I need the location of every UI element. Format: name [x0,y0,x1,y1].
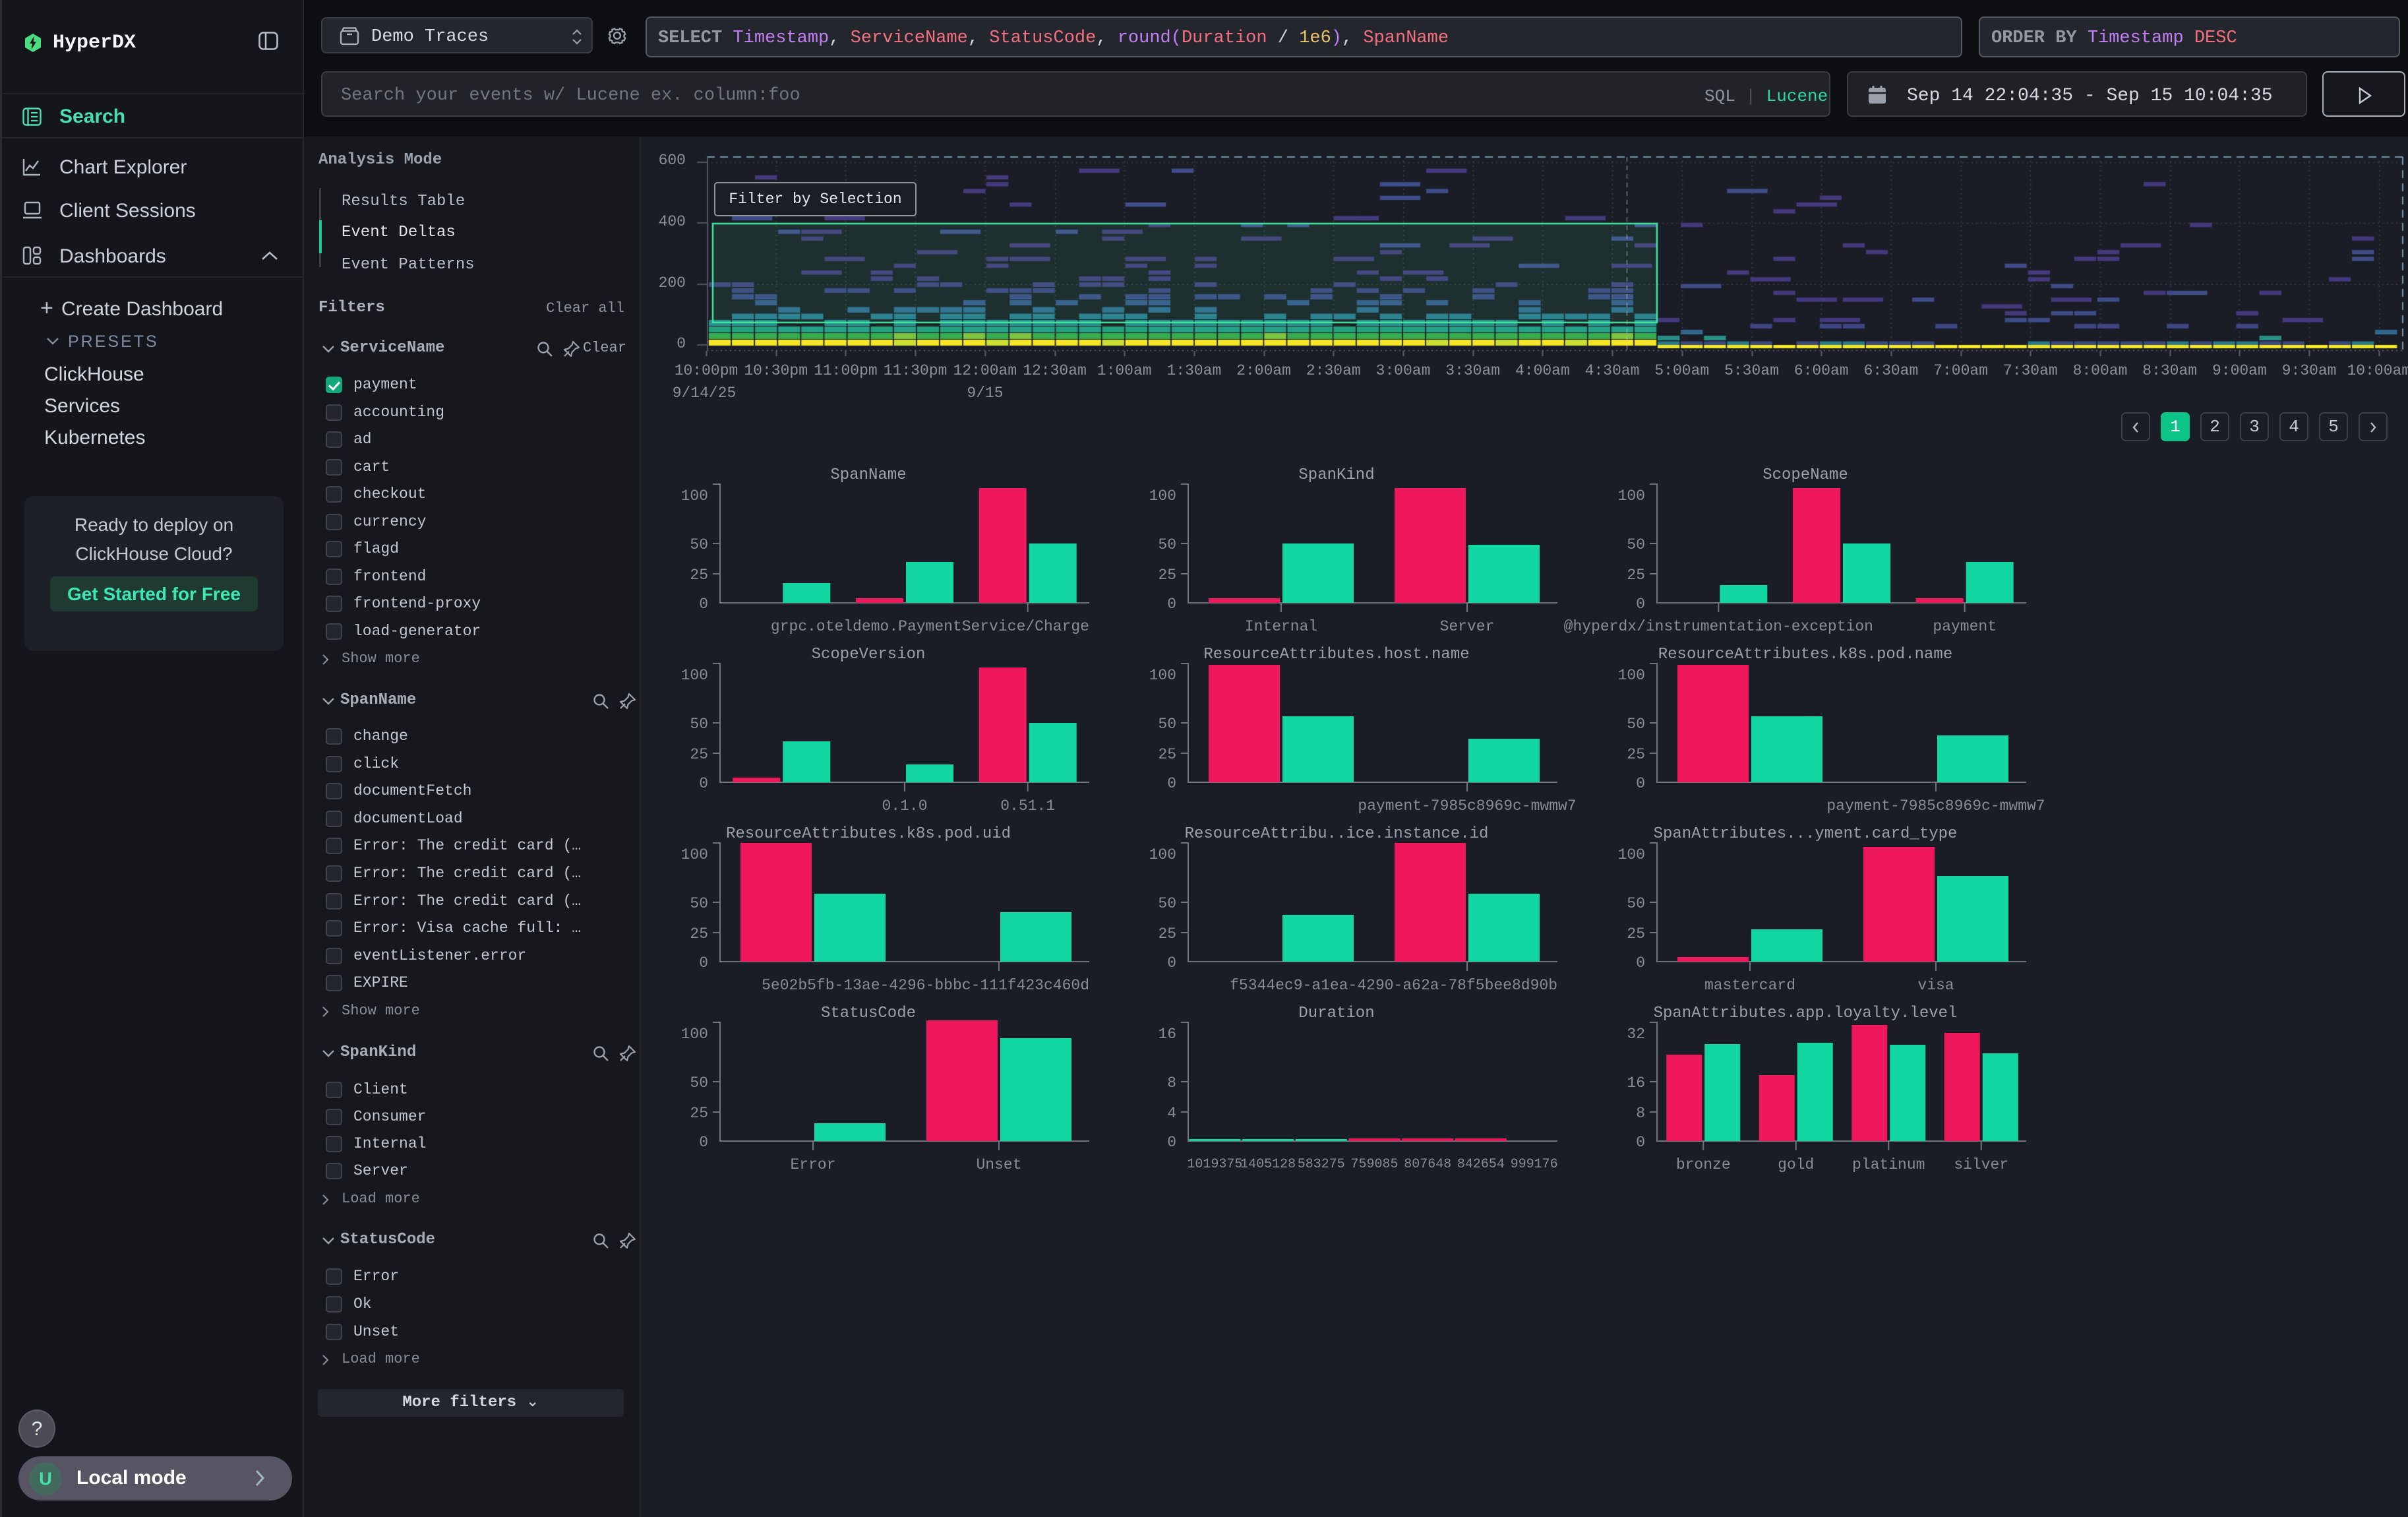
svg-text:ResourceAttributes.k8s.pod.uid: ResourceAttributes.k8s.pod.uid [726,825,1011,843]
svg-text:0: 0 [1167,775,1176,792]
svg-text:0: 0 [1167,954,1176,972]
svg-text:100: 100 [681,1026,708,1043]
svg-text:842654: 842654 [1457,1157,1505,1172]
svg-text:ScopeVersion: ScopeVersion [812,646,926,664]
svg-text:payment: payment [1933,618,1997,635]
svg-text:32: 32 [1627,1026,1645,1043]
svg-text:100: 100 [1149,487,1176,505]
svg-text:100: 100 [1149,846,1176,863]
svg-text:SpanName: SpanName [830,466,906,484]
svg-text:Server: Server [1440,618,1495,635]
svg-text:100: 100 [681,846,708,863]
svg-text:50: 50 [1158,536,1176,553]
svg-text:1405128: 1405128 [1240,1157,1296,1172]
svg-text:25: 25 [690,1105,708,1122]
svg-text:25: 25 [1158,925,1176,943]
svg-text:Unset: Unset [976,1156,1021,1173]
svg-text:50: 50 [1158,895,1176,912]
svg-text:f5344ec9-a1ea-4290-a62a-78f5be: f5344ec9-a1ea-4290-a62a-78f5bee8d90b [1230,977,1557,994]
svg-text:0: 0 [1636,775,1645,792]
svg-text:ScopeName: ScopeName [1762,466,1848,484]
svg-text:999176: 999176 [1511,1157,1558,1172]
svg-text:0: 0 [699,775,708,792]
svg-text:50: 50 [1158,716,1176,733]
svg-text:Duration: Duration [1298,1005,1374,1022]
svg-text:100: 100 [1618,667,1645,684]
svg-text:visa: visa [1917,977,1954,994]
svg-text:0.51.1: 0.51.1 [1000,797,1055,815]
svg-text:grpc.oteldemo.PaymentService/C: grpc.oteldemo.PaymentService/Charge [771,618,1089,635]
svg-text:1019375: 1019375 [1187,1157,1242,1172]
svg-text:silver: silver [1954,1156,2008,1173]
svg-text:25: 25 [1627,925,1645,943]
svg-text:100: 100 [681,487,708,505]
svg-text:payment-7985c8969c-mwmw7: payment-7985c8969c-mwmw7 [1826,797,2045,815]
svg-text:25: 25 [1158,746,1176,763]
svg-text:SpanAttributes.app.loyalty.lev: SpanAttributes.app.loyalty.level [1654,1005,1958,1022]
svg-text:50: 50 [1627,536,1645,553]
svg-text:5e02b5fb-13ae-4296-bbbc-111f42: 5e02b5fb-13ae-4296-bbbc-111f423c460d [762,977,1089,994]
svg-text:0: 0 [699,954,708,972]
svg-text:25: 25 [1627,746,1645,763]
svg-text:payment-7985c8969c-mwmw7: payment-7985c8969c-mwmw7 [1358,797,1576,815]
svg-text:mastercard: mastercard [1704,977,1795,994]
svg-text:SpanKind: SpanKind [1298,466,1374,484]
svg-text:0: 0 [1167,596,1176,613]
svg-text:SpanAttributes...yment.card_ty: SpanAttributes...yment.card_type [1654,825,1958,843]
svg-text:100: 100 [1618,846,1645,863]
svg-text:0: 0 [1167,1134,1176,1151]
svg-text:50: 50 [690,536,708,553]
svg-text:25: 25 [690,925,708,943]
svg-text:25: 25 [690,567,708,584]
svg-text:50: 50 [690,1074,708,1092]
svg-text:759085: 759085 [1350,1157,1398,1172]
svg-text:ResourceAttribu..ice.instance.: ResourceAttribu..ice.instance.id [1185,825,1489,843]
svg-text:50: 50 [1627,895,1645,912]
svg-text:25: 25 [690,746,708,763]
svg-text:8: 8 [1167,1074,1176,1092]
svg-text:ResourceAttributes.host.name: ResourceAttributes.host.name [1203,646,1469,664]
svg-text:StatusCode: StatusCode [821,1005,916,1022]
svg-text:Internal: Internal [1245,618,1317,635]
svg-text:platinum: platinum [1852,1156,1925,1173]
svg-text:ResourceAttributes.k8s.pod.nam: ResourceAttributes.k8s.pod.name [1658,646,1952,664]
svg-text:0: 0 [1636,954,1645,972]
svg-text:4: 4 [1167,1105,1176,1122]
svg-text:0.1.0: 0.1.0 [882,797,927,815]
svg-text:100: 100 [1149,667,1176,684]
svg-text:25: 25 [1627,567,1645,584]
svg-text:0: 0 [699,1134,708,1151]
svg-text:583275: 583275 [1298,1157,1345,1172]
svg-text:100: 100 [1618,487,1645,505]
svg-text:gold: gold [1778,1156,1814,1173]
svg-text:8: 8 [1636,1105,1645,1122]
svg-text:0: 0 [699,596,708,613]
svg-text:16: 16 [1158,1026,1176,1043]
svg-text:807648: 807648 [1404,1157,1451,1172]
svg-text:50: 50 [1627,716,1645,733]
svg-text:50: 50 [690,895,708,912]
svg-text:0: 0 [1636,1134,1645,1151]
svg-text:100: 100 [681,667,708,684]
svg-text:@hyperdx/instrumentation-excep: @hyperdx/instrumentation-exception [1564,618,1873,635]
svg-text:bronze: bronze [1676,1156,1731,1173]
svg-text:Error: Error [790,1156,835,1173]
svg-text:0: 0 [1636,596,1645,613]
svg-text:50: 50 [690,716,708,733]
svg-text:16: 16 [1627,1074,1645,1092]
svg-text:25: 25 [1158,567,1176,584]
